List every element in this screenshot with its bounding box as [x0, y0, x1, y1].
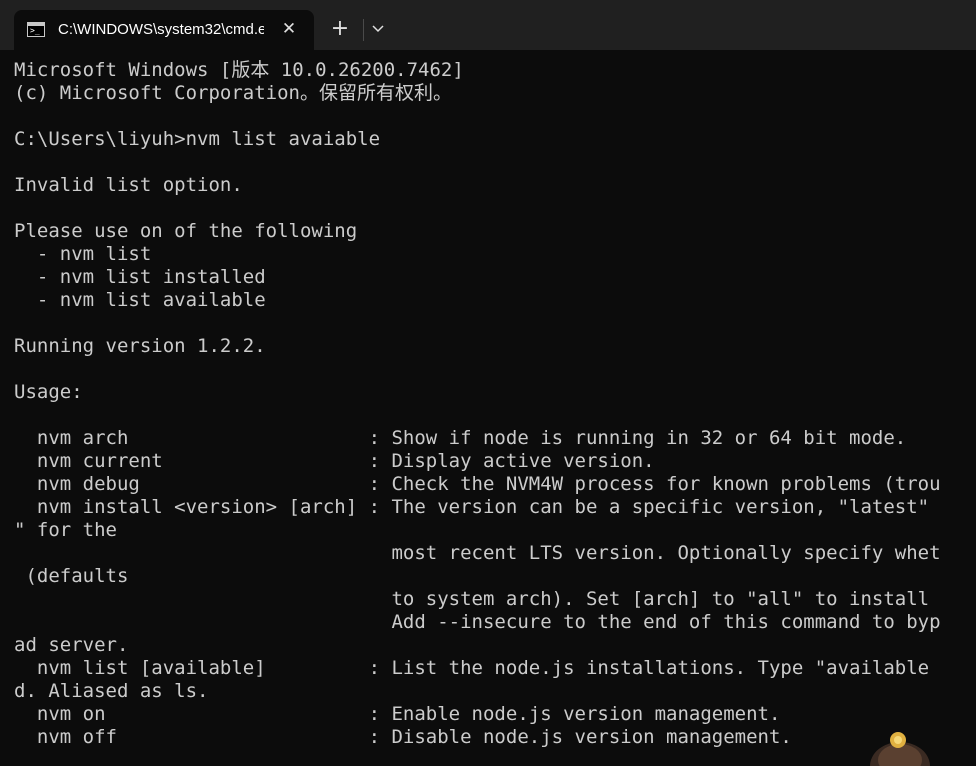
console-line: - nvm list installed	[14, 266, 266, 288]
new-tab-button[interactable]: +	[326, 15, 354, 43]
usage-line: ad server.	[14, 634, 129, 656]
usage-line: nvm install <version> [arch] : The versi…	[14, 496, 941, 518]
desktop-pet-figure	[860, 722, 940, 766]
usage-line: nvm list [available] : List the node.js …	[14, 657, 930, 679]
console-line: - nvm list available	[14, 289, 266, 311]
usage-heading: Usage:	[14, 381, 83, 403]
usage-line: to system arch). Set [arch] to "all" to …	[14, 588, 930, 610]
usage-line: nvm current : Display active version.	[14, 450, 655, 472]
usage-line: nvm off : Disable node.js version manage…	[14, 726, 792, 748]
cmd-icon: >_	[27, 22, 45, 37]
close-icon[interactable]: ✕	[278, 18, 300, 40]
tab-cmd[interactable]: >_ C:\WINDOWS\system32\cmd.exe ✕	[14, 10, 314, 50]
console-line: Microsoft Windows [版本 10.0.26200.7462]	[14, 59, 464, 81]
command-line: C:\Users\liyuh>nvm list avaiable	[14, 128, 381, 150]
usage-line: " for the	[14, 519, 117, 541]
version-line: Running version 1.2.2.	[14, 335, 266, 357]
usage-line: d. Aliased as ls.	[14, 680, 209, 702]
usage-line: nvm on : Enable node.js version manageme…	[14, 703, 781, 725]
tab-divider	[363, 19, 364, 41]
title-bar[interactable]: >_ C:\WINDOWS\system32\cmd.exe ✕ +	[0, 0, 976, 50]
usage-line: nvm arch : Show if node is running in 32…	[14, 427, 907, 449]
usage-line: Add --insecure to the end of this comman…	[14, 611, 941, 633]
chevron-down-icon[interactable]	[367, 18, 389, 40]
usage-line: (defaults	[14, 565, 129, 587]
usage-line: most recent LTS version. Optionally spec…	[14, 542, 941, 564]
tab-title: C:\WINDOWS\system32\cmd.exe	[58, 21, 264, 38]
console-line: - nvm list	[14, 243, 152, 265]
console-line: Please use on of the following	[14, 220, 358, 242]
error-message: Invalid list option.	[14, 174, 243, 196]
usage-line: nvm debug : Check the NVM4W process for …	[14, 473, 941, 495]
terminal-window: >_ C:\WINDOWS\system32\cmd.exe ✕ + Micro…	[0, 0, 976, 766]
console-line: (c) Microsoft Corporation。保留所有权利。	[14, 82, 452, 104]
console-output[interactable]: Microsoft Windows [版本 10.0.26200.7462] (…	[14, 59, 976, 766]
